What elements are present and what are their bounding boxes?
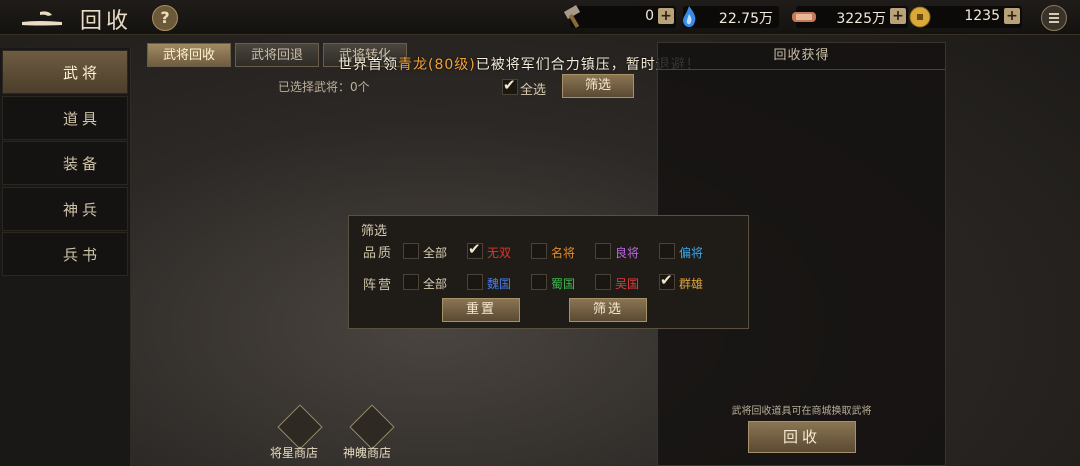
filter-confirm-button[interactable]: 筛选 bbox=[569, 298, 647, 322]
faction-warlords-checkbox[interactable] bbox=[659, 271, 675, 290]
reward-panel-note: 武将回收道具可在商城换取武将 bbox=[731, 406, 872, 417]
sidebar-item-military-books[interactable]: 兵书 bbox=[2, 232, 128, 276]
filter-popup: 筛选 品质 阵营 全部无双名将良将偏将 全部魏国蜀国吴国群雄 重置 筛选 bbox=[348, 215, 749, 329]
faction-wei-label: 魏国 bbox=[487, 277, 512, 291]
back-icon[interactable] bbox=[18, 6, 66, 28]
soul-shop-icon[interactable] bbox=[349, 404, 395, 450]
faction-wei-checkbox[interactable] bbox=[467, 274, 483, 290]
quality-all-checkbox[interactable] bbox=[403, 243, 419, 259]
sidebar-item-generals[interactable]: 武将 bbox=[2, 50, 128, 94]
resource-hammer: 0 + bbox=[563, 5, 676, 29]
faction-wu-label: 吴国 bbox=[615, 277, 640, 291]
coin-value: 1235 bbox=[964, 8, 1000, 24]
add-hammer-button[interactable]: + bbox=[658, 8, 674, 24]
sidebar-item-items[interactable]: 道具 bbox=[2, 96, 128, 140]
menu-icon[interactable] bbox=[1041, 5, 1067, 31]
recycle-button[interactable]: 回收 bbox=[748, 421, 856, 453]
quality-deputy-label: 偏将 bbox=[679, 246, 704, 260]
announcement-prefix: 世界首领 bbox=[338, 57, 398, 73]
filter-reset-button[interactable]: 重置 bbox=[442, 298, 520, 322]
help-icon[interactable]: ? bbox=[152, 5, 178, 31]
resource-coin: 1235 + bbox=[909, 6, 1022, 28]
add-coin-button[interactable]: + bbox=[1004, 8, 1020, 24]
quality-label: 品质 bbox=[363, 246, 394, 261]
select-all-checkbox[interactable] bbox=[502, 76, 518, 95]
select-all-label: 全选 bbox=[520, 83, 547, 98]
faction-shu-checkbox[interactable] bbox=[531, 274, 547, 290]
faction-wu-checkbox[interactable] bbox=[595, 274, 611, 290]
coin-icon bbox=[909, 6, 931, 28]
soul-shop-label[interactable]: 神魄商店 bbox=[343, 444, 391, 461]
general-star-shop-icon[interactable] bbox=[277, 404, 323, 450]
quality-good-label: 良将 bbox=[615, 246, 640, 260]
resource-soul-fire: 22.75万 bbox=[683, 6, 779, 28]
announcement-boss: 青龙(80级) bbox=[398, 57, 476, 73]
quality-good-checkbox[interactable] bbox=[595, 243, 611, 259]
filter-button[interactable]: 筛选 bbox=[562, 74, 634, 98]
quality-famous-label: 名将 bbox=[551, 246, 576, 260]
faction-shu-label: 蜀国 bbox=[551, 277, 576, 291]
page-title: 回收 bbox=[80, 9, 133, 34]
tab-general-recycle[interactable]: 武将回收 bbox=[147, 43, 231, 67]
general-star-shop-label[interactable]: 将星商店 bbox=[270, 444, 318, 461]
quality-peerless-checkbox[interactable] bbox=[467, 240, 483, 259]
scroll-icon bbox=[792, 12, 816, 22]
sidebar-item-divine-weapons[interactable]: 神兵 bbox=[2, 187, 128, 231]
filter-title: 筛选 bbox=[361, 224, 388, 239]
faction-warlords-label: 群雄 bbox=[679, 277, 704, 291]
sidebar: 武将 道具 装备 神兵 兵书 bbox=[0, 48, 131, 466]
quality-deputy-checkbox[interactable] bbox=[659, 243, 675, 259]
quality-all-label: 全部 bbox=[423, 246, 448, 260]
faction-all-checkbox[interactable] bbox=[403, 274, 419, 290]
soul-fire-value: 22.75万 bbox=[718, 11, 773, 27]
faction-all-label: 全部 bbox=[423, 277, 448, 291]
selected-count: 已选择武将：0个 bbox=[278, 80, 370, 94]
scroll-value: 3225万 bbox=[836, 11, 886, 27]
soul-fire-icon bbox=[683, 6, 696, 27]
tab-general-rollback[interactable]: 武将回退 bbox=[235, 43, 319, 67]
add-scroll-button[interactable]: + bbox=[890, 8, 906, 24]
hammer-value: 0 bbox=[645, 8, 654, 24]
resource-scroll: 3225万 + bbox=[792, 6, 908, 28]
reward-panel-title: 回收获得 bbox=[658, 43, 945, 70]
quality-famous-checkbox[interactable] bbox=[531, 243, 547, 259]
world-announcement: 世界首领青龙(80级)已被将军们合力镇压，暂时退避！ bbox=[338, 54, 701, 74]
quality-peerless-label: 无双 bbox=[487, 246, 512, 260]
faction-label: 阵营 bbox=[363, 278, 394, 293]
sidebar-item-equipment[interactable]: 装备 bbox=[2, 141, 128, 185]
hammer-icon bbox=[563, 5, 581, 29]
